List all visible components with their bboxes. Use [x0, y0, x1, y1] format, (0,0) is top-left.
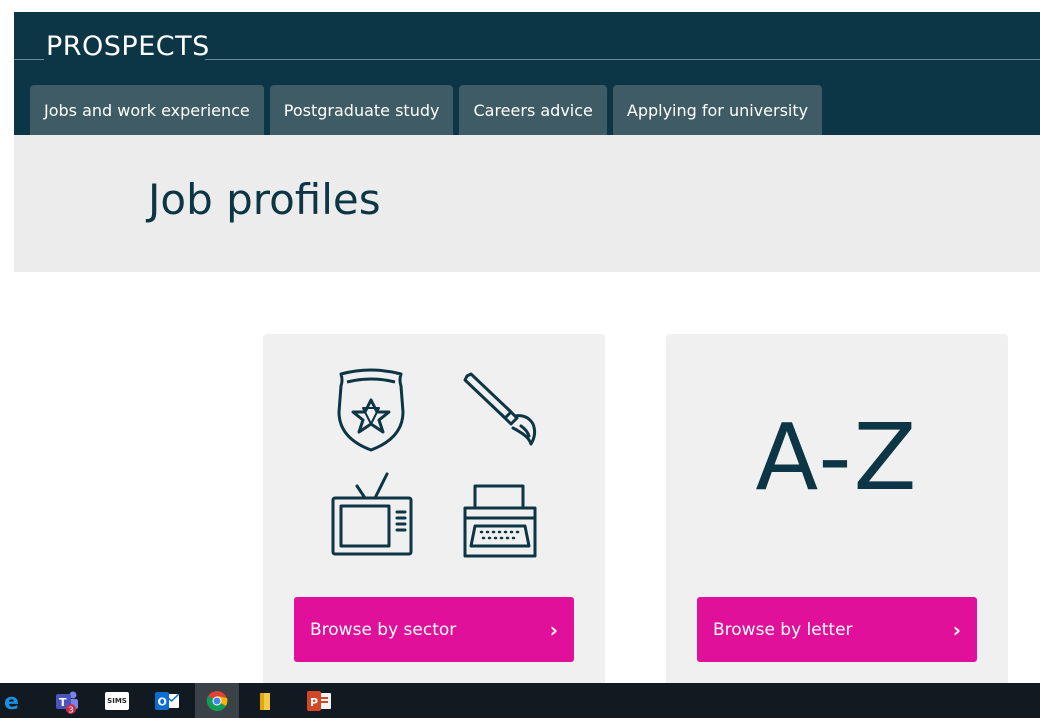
nav-tab-applying-university[interactable]: Applying for university: [612, 85, 823, 135]
sims-icon[interactable]: SIMS: [105, 692, 129, 710]
svg-text:T: T: [59, 696, 67, 709]
television-icon: [329, 470, 413, 564]
a-z-graphic: A-Z: [755, 404, 919, 511]
browse-by-sector-button[interactable]: Browse by sector ›: [294, 597, 574, 662]
teams-icon[interactable]: T 3: [54, 690, 80, 715]
svg-text:e: e: [4, 690, 19, 712]
site-header: PROSPECTS Jobs and work experience Postg…: [14, 12, 1040, 135]
police-badge-icon: [333, 368, 409, 458]
outlook-icon[interactable]: O: [154, 690, 180, 712]
nav-tab-postgraduate[interactable]: Postgraduate study: [269, 85, 454, 135]
logo-rule-right: [205, 59, 1040, 60]
edge-icon[interactable]: e: [4, 690, 22, 715]
logo-rule-left: [14, 59, 44, 60]
chevron-right-icon: ›: [549, 617, 558, 642]
paintbrush-icon: [461, 372, 541, 456]
title-band: Job profiles: [14, 135, 1040, 272]
chrome-icon[interactable]: [206, 690, 228, 712]
file-explorer-icon[interactable]: [258, 690, 274, 712]
browse-by-sector-label: Browse by sector: [310, 619, 457, 640]
svg-text:P: P: [310, 696, 318, 709]
windows-taskbar: e T 3 SIMS O P: [0, 683, 1040, 718]
svg-text:O: O: [158, 696, 167, 709]
nav-tab-careers-advice[interactable]: Careers advice: [459, 85, 607, 135]
prospects-logo[interactable]: PROSPECTS: [46, 33, 210, 60]
sector-icons: [313, 362, 553, 562]
letter-card: A-Z Browse by letter ›: [666, 334, 1008, 694]
chevron-right-icon: ›: [952, 617, 961, 642]
main-nav: Jobs and work experience Postgraduate st…: [30, 85, 823, 135]
nav-tab-jobs[interactable]: Jobs and work experience: [30, 85, 264, 135]
sector-card: Browse by sector ›: [263, 334, 605, 694]
page-title: Job profiles: [148, 175, 381, 224]
powerpoint-icon[interactable]: P: [306, 690, 332, 712]
browse-by-letter-label: Browse by letter: [713, 619, 853, 640]
teams-badge-count: 3: [69, 706, 74, 715]
sims-label: SIMS: [107, 697, 127, 705]
typewriter-icon: [461, 482, 541, 566]
browse-by-letter-button[interactable]: Browse by letter ›: [697, 597, 977, 662]
